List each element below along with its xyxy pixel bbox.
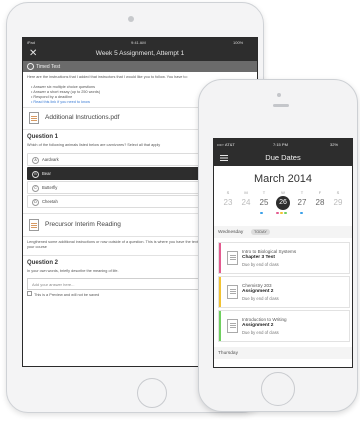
- calendar-day[interactable]: 28: [312, 196, 328, 210]
- assignment-name: Assignment 2: [242, 323, 274, 328]
- ipad-time: 9:41 AM: [131, 40, 146, 45]
- section-header-wednesday: Wednesday TODAY: [214, 226, 352, 238]
- weekday-label: S: [336, 190, 340, 195]
- ipad-battery: 100%: [233, 40, 244, 45]
- timed-test-label: Timed Test: [36, 63, 61, 70]
- day-label: Thursday: [218, 350, 238, 356]
- radio-d: D: [32, 198, 39, 206]
- iphone-carrier: ••••◦ AT&T: [217, 142, 235, 147]
- weekday-label: M: [244, 190, 248, 195]
- document-icon: [227, 319, 238, 333]
- calendar-day[interactable]: 29: [330, 196, 346, 210]
- course-name: Introduction to Writing: [242, 317, 287, 322]
- radio-c: C: [32, 184, 39, 192]
- course-color-bar: [219, 277, 221, 307]
- iphone-screen: ••••◦ AT&T 7:15 PM 32% Due Dates March 2…: [213, 138, 353, 368]
- due-item[interactable]: Intro to Biological Systems Chapter 3 Te…: [218, 242, 350, 274]
- calendar-day[interactable]: 27: [294, 196, 310, 210]
- course-color-bar: [219, 243, 221, 273]
- ipad-camera: [128, 16, 134, 22]
- attachment-label: Additional Instructions.pdf: [45, 114, 120, 121]
- event-dot: [260, 212, 263, 214]
- option-label: Aardvark: [42, 157, 59, 162]
- attachment-label: Precursor Interim Reading: [45, 221, 121, 228]
- iphone-home-button[interactable]: [261, 372, 295, 406]
- iphone-battery: 32%: [330, 142, 339, 147]
- iphone-camera: [277, 93, 281, 97]
- weekday-label: F: [318, 190, 322, 195]
- question-1-heading: Question 1: [27, 134, 59, 140]
- document-icon: [29, 219, 39, 231]
- document-icon: [29, 112, 39, 124]
- today-button[interactable]: TODAY: [251, 228, 270, 235]
- iphone-time: 7:15 PM: [273, 142, 288, 147]
- due-item[interactable]: Introduction to Writing Assignment 2 Due…: [218, 310, 350, 342]
- day-label: Wednesday: [218, 229, 244, 235]
- course-name: Chemistry 203: [242, 283, 272, 288]
- course-color-bar: [219, 311, 221, 341]
- event-dot: [300, 212, 303, 214]
- document-icon: [227, 251, 238, 265]
- ipad-status-bar: iPad 9:41 AM 100%: [23, 38, 257, 47]
- event-dot: [280, 212, 283, 214]
- section-header-thursday: Thursday: [214, 347, 352, 359]
- assignment-name: Chapter 3 Test: [242, 255, 275, 260]
- question-2-heading: Question 2: [27, 260, 59, 266]
- clock-icon: [27, 63, 34, 70]
- option-label: Butterfly: [42, 185, 58, 190]
- radio-a: A: [32, 156, 39, 164]
- answer-placeholder: Add your answer here...: [32, 282, 75, 287]
- calendar-month: March 2014: [253, 173, 313, 185]
- due-text: Due by end of class: [242, 261, 279, 267]
- checkbox-icon: [27, 291, 32, 296]
- assignment-title: Week 5 Assignment, Attempt 1: [95, 50, 185, 57]
- weekday-label: T: [300, 190, 304, 195]
- calendar-day[interactable]: 23: [220, 196, 236, 210]
- due-text: Due by end of class: [242, 329, 279, 335]
- timed-test-banner: Timed Test: [23, 61, 257, 72]
- document-icon: [227, 285, 238, 299]
- calendar-day-today[interactable]: 26: [276, 196, 290, 210]
- assignment-name: Assignment 2: [242, 289, 274, 294]
- iphone-status-bar: ••••◦ AT&T 7:15 PM 32%: [214, 139, 352, 149]
- ipad-carrier: iPad: [27, 40, 36, 45]
- event-dot: [284, 212, 287, 214]
- iphone-speaker: [273, 104, 289, 107]
- due-item[interactable]: Chemistry 203 Assignment 2 Due by end of…: [218, 276, 350, 308]
- weekday-label: T: [262, 190, 266, 195]
- option-label: Cheetah: [42, 199, 58, 204]
- due-dates-title: Due Dates: [265, 153, 301, 162]
- weekday-label: S: [226, 190, 230, 195]
- weekday-label: W: [281, 190, 285, 195]
- calendar-day[interactable]: 24: [238, 196, 254, 210]
- ipad-nav-bar: ✕ Week 5 Assignment, Attempt 1: [23, 47, 257, 61]
- week-calendar: March 2014 S M T W T F S 23 24 25 26 27 …: [214, 166, 352, 226]
- calendar-day[interactable]: 25: [256, 196, 272, 210]
- option-label: Bear: [42, 171, 51, 176]
- due-text: Due by end of class: [242, 295, 279, 301]
- event-dot: [276, 212, 279, 214]
- ipad-home-button[interactable]: [137, 378, 167, 408]
- iphone-nav-bar: Due Dates: [214, 149, 352, 166]
- radio-b: B: [32, 170, 39, 178]
- course-name: Intro to Biological Systems: [242, 249, 297, 254]
